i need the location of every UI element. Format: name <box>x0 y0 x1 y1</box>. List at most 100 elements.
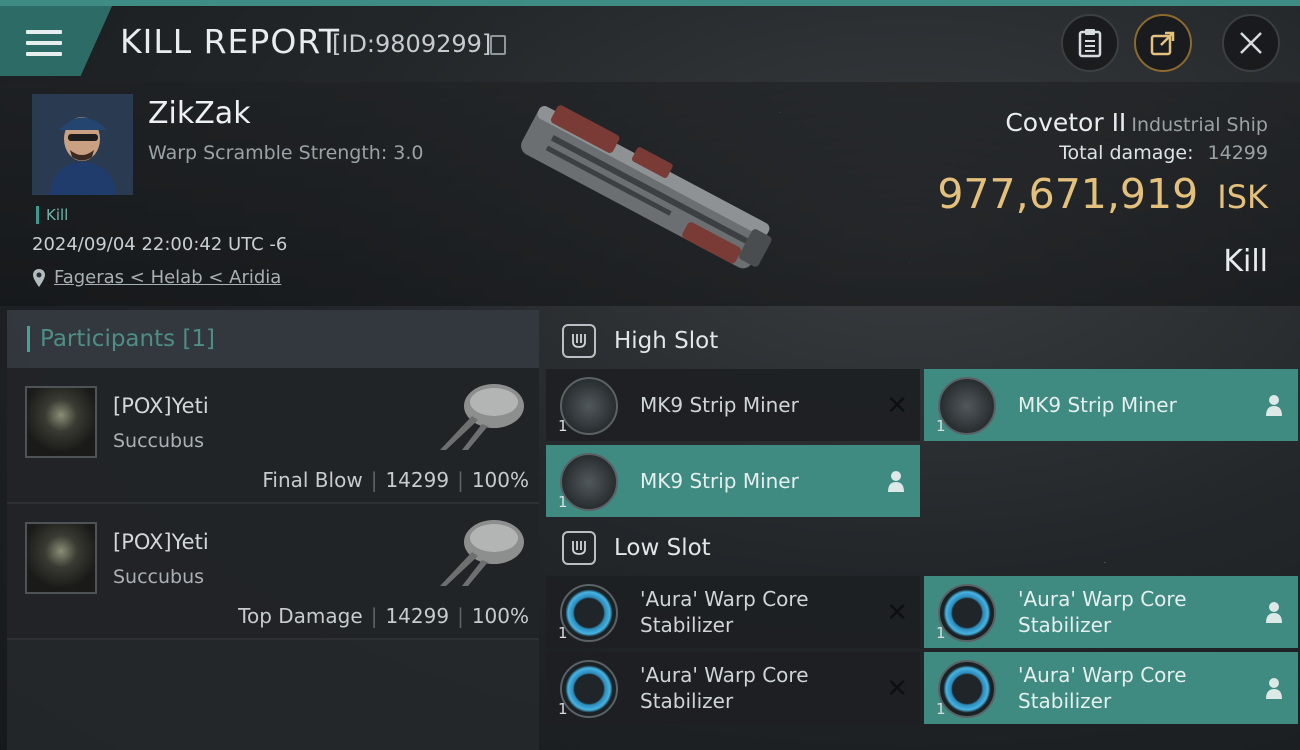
participant-ship: Succubus <box>113 566 205 588</box>
isk-value: 977,671,919 <box>937 170 1199 218</box>
module-qty: 1 <box>558 700 568 718</box>
module-qty: 1 <box>936 624 946 642</box>
participant-damage: 14299 <box>385 604 450 628</box>
module-name-line2: Stabilizer <box>640 689 734 713</box>
warp-core-stabilizer-icon <box>938 584 996 642</box>
pilot-name[interactable]: ZikZak <box>148 96 251 131</box>
participant-ship-image <box>440 384 524 450</box>
location-pin-icon <box>33 268 45 287</box>
strip-miner-icon <box>560 377 618 435</box>
person-icon <box>1266 395 1282 416</box>
location-link[interactable]: Fageras < Helab < Aridia <box>54 267 281 288</box>
person-icon <box>888 471 904 492</box>
x-icon: ✕ <box>886 391 908 421</box>
module-qty: 1 <box>558 493 568 511</box>
ship-name[interactable]: Covetor II <box>1005 108 1126 137</box>
share-icon <box>1150 31 1175 56</box>
clipboard-icon <box>1078 29 1102 58</box>
module-name: MK9 Strip Miner <box>640 469 799 493</box>
participant-percent: 100% <box>471 468 529 492</box>
module-qty: 1 <box>558 417 568 435</box>
module-name: 'Aura' Warp Core Stabilizer <box>1018 662 1187 714</box>
participant-ship-image <box>440 520 524 586</box>
warp-core-stabilizer-icon <box>560 660 618 718</box>
slot-icon <box>562 324 596 358</box>
module-name-line1: 'Aura' Warp Core <box>640 663 809 687</box>
victim-portrait[interactable] <box>32 94 133 195</box>
kill-tag: Kill <box>36 206 68 224</box>
header: KILL REPORT [ID:9809299] <box>0 0 1300 80</box>
stat-divider: | <box>370 604 378 628</box>
warp-scramble-strength: Warp Scramble Strength: 3.0 <box>148 142 424 164</box>
ship-class: Industrial Ship <box>1131 114 1268 136</box>
report-id: [ID:9809299] <box>332 30 492 58</box>
stat-divider: | <box>370 468 378 492</box>
strip-miner-icon <box>938 377 996 435</box>
menu-button[interactable] <box>0 6 112 76</box>
module-item[interactable]: 1 'Aura' Warp Core Stabilizer <box>924 576 1298 648</box>
total-damage-label: Total damage: <box>1059 142 1194 164</box>
module-name: 'Aura' Warp Core Stabilizer <box>640 586 809 638</box>
result-label: Kill <box>1223 244 1268 279</box>
participant-role: Final Blow <box>262 468 363 492</box>
module-name: MK9 Strip Miner <box>1018 393 1177 417</box>
module-name-line2: Stabilizer <box>640 613 734 637</box>
participant-stats: Top Damage | 14299 | 100% <box>238 604 529 628</box>
participants-panel: Participants [1] [POX]Yeti Succubus Fina… <box>7 310 539 750</box>
close-icon <box>1240 32 1262 54</box>
module-qty: 1 <box>558 624 568 642</box>
x-icon: ✕ <box>886 598 908 628</box>
isk-unit: ISK <box>1217 178 1268 216</box>
module-item[interactable]: 1 'Aura' Warp Core Stabilizer ✕ <box>546 576 920 648</box>
module-name: MK9 Strip Miner <box>640 393 799 417</box>
participants-accent-bar <box>27 326 30 352</box>
location-row[interactable]: Fageras < Helab < Aridia <box>32 267 281 288</box>
participant-name[interactable]: [POX]Yeti <box>113 530 209 554</box>
person-icon <box>1266 602 1282 623</box>
module-name-line1: 'Aura' Warp Core <box>1018 587 1187 611</box>
warp-core-stabilizer-icon <box>560 584 618 642</box>
participant-role: Top Damage <box>238 604 363 628</box>
module-item[interactable]: 1 MK9 Strip Miner ✕ <box>546 369 920 441</box>
high-slot-header: High Slot <box>546 310 1300 372</box>
low-slot-title: Low Slot <box>614 535 711 561</box>
module-name-line1: 'Aura' Warp Core <box>640 587 809 611</box>
close-button[interactable] <box>1222 14 1280 72</box>
module-qty: 1 <box>936 417 946 435</box>
participant-percent: 100% <box>471 604 529 628</box>
module-name-line2: Stabilizer <box>1018 689 1112 713</box>
total-damage-line: Total damage: 14299 <box>1059 142 1268 164</box>
strip-miner-icon <box>560 453 618 511</box>
participant-row[interactable]: [POX]Yeti Succubus Top Damage | 14299 | 100% <box>7 504 539 640</box>
copy-icon[interactable] <box>490 35 506 55</box>
participants-header: Participants [1] <box>7 310 539 368</box>
fittings-panel: High Slot 1 MK9 Strip Miner ✕ 1 MK9 Stri… <box>546 310 1300 750</box>
ship-line: Covetor II Industrial Ship <box>1005 108 1268 137</box>
module-item[interactable]: 1 'Aura' Warp Core Stabilizer ✕ <box>546 652 920 724</box>
module-name-line2: Stabilizer <box>1018 613 1112 637</box>
participant-damage: 14299 <box>385 468 450 492</box>
stat-divider: | <box>457 604 464 628</box>
participants-title: Participants [1] <box>40 326 215 352</box>
participant-ship: Succubus <box>113 430 205 452</box>
hamburger-icon[interactable] <box>26 30 62 58</box>
module-item[interactable]: 1 MK9 Strip Miner <box>924 369 1298 441</box>
high-slot-title: High Slot <box>614 328 719 354</box>
total-damage-value: 14299 <box>1207 142 1268 164</box>
participant-row[interactable]: [POX]Yeti Succubus Final Blow | 14299 | 100% <box>7 368 539 504</box>
kill-report-window: KILL REPORT [ID:9809299] ZikZak Warp Scr… <box>0 0 1300 750</box>
person-icon <box>1266 678 1282 699</box>
module-qty: 1 <box>936 700 946 718</box>
page-title: KILL REPORT <box>120 22 340 61</box>
low-slot-header: Low Slot <box>546 517 1300 579</box>
participant-avatar[interactable] <box>25 522 97 594</box>
module-item[interactable]: 1 MK9 Strip Miner <box>546 445 920 517</box>
kill-datetime: 2024/09/04 22:00:42 UTC -6 <box>32 234 288 255</box>
share-button[interactable] <box>1134 14 1192 72</box>
participant-name[interactable]: [POX]Yeti <box>113 394 209 418</box>
stat-divider: | <box>457 468 464 492</box>
clipboard-button[interactable] <box>1061 14 1119 72</box>
module-name: 'Aura' Warp Core Stabilizer <box>640 662 809 714</box>
module-item[interactable]: 1 'Aura' Warp Core Stabilizer <box>924 652 1298 724</box>
participant-avatar[interactable] <box>25 386 97 458</box>
